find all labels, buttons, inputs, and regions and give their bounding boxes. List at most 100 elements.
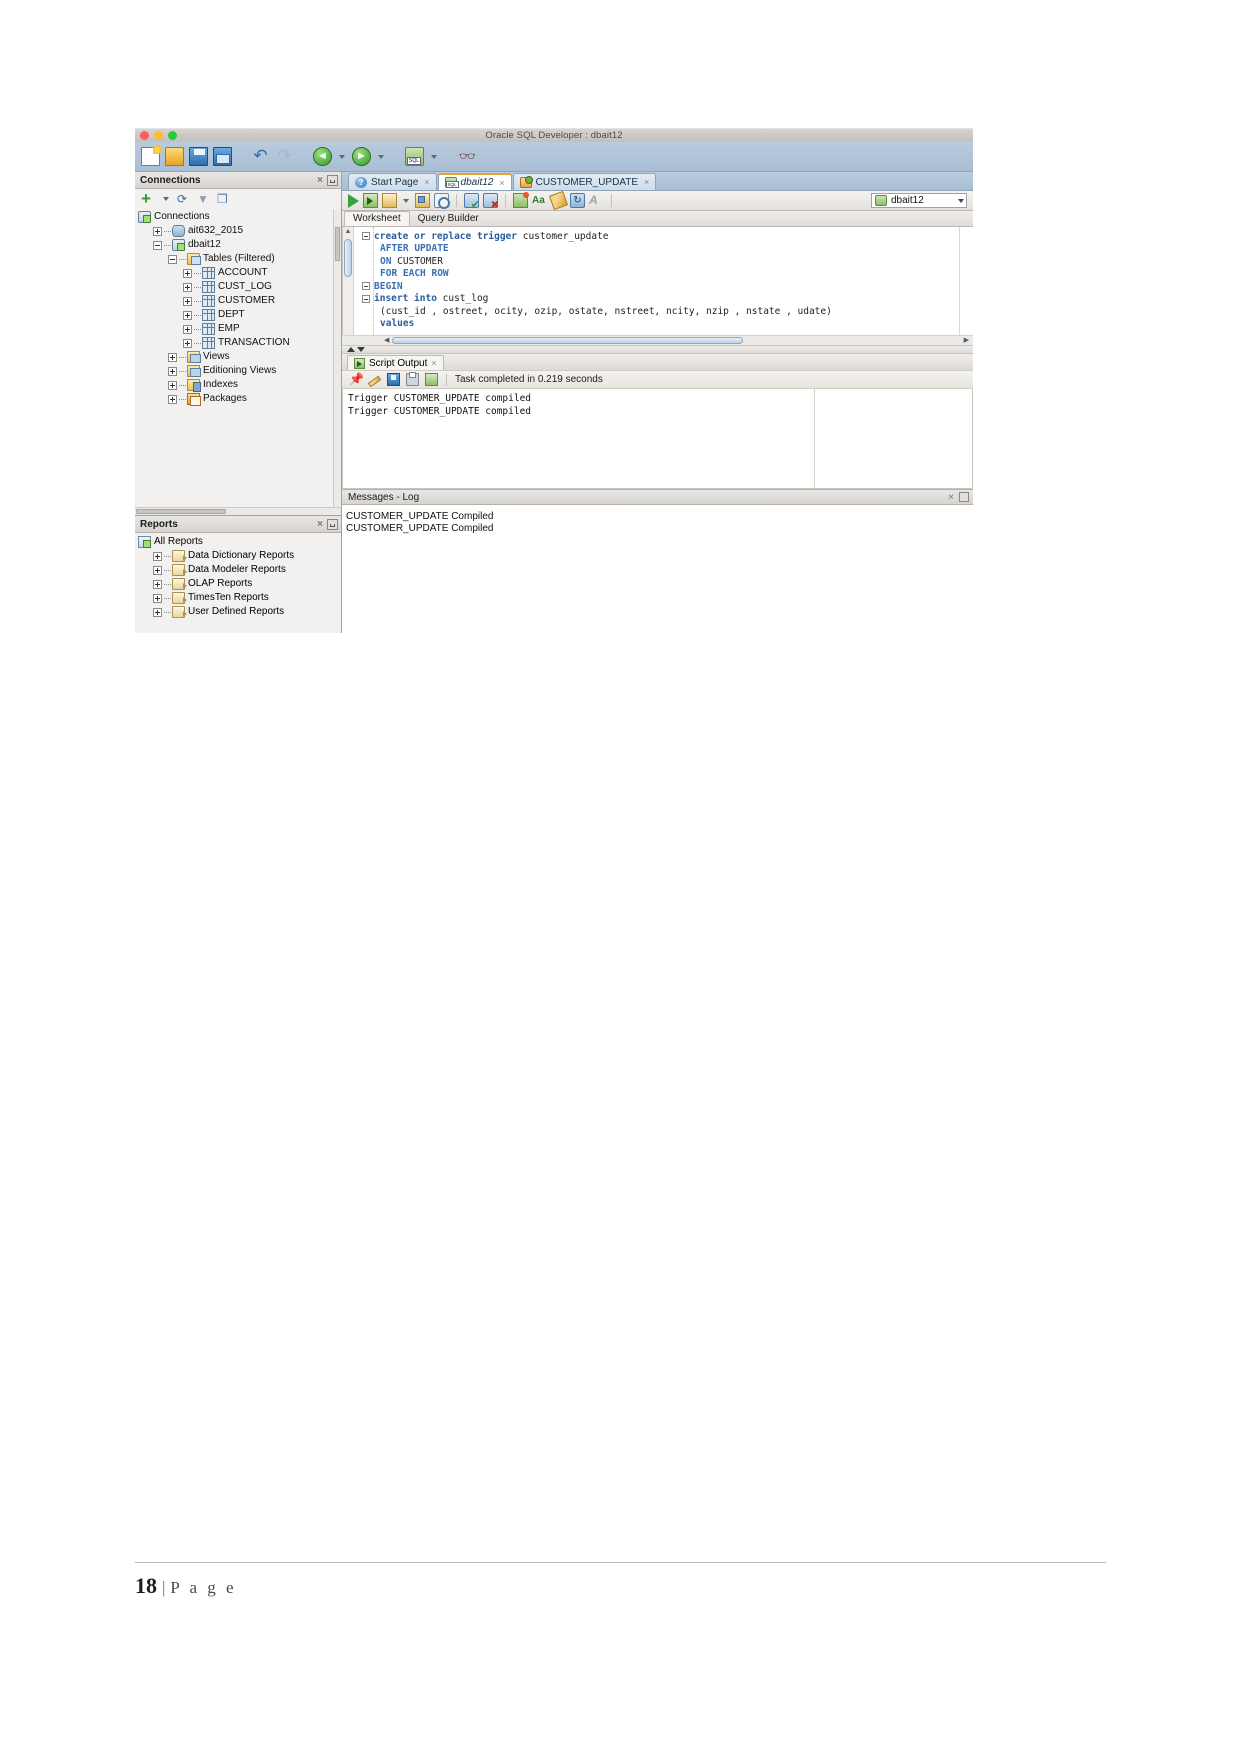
expand-node-icon[interactable] xyxy=(153,551,162,561)
reports-tree-item-node[interactable]: Data Dictionary Reports xyxy=(135,549,341,563)
expand-node-icon[interactable] xyxy=(183,324,192,334)
connections-tree[interactable]: Connections ait632_2015 dbait12 Tables (Fil… xyxy=(135,209,341,515)
connections-tree-item-node[interactable]: ACCOUNT xyxy=(135,266,341,280)
expand-node-icon[interactable] xyxy=(153,593,162,603)
code-fold-toggle[interactable] xyxy=(362,294,370,303)
connections-tree-item-node[interactable]: Tables (Filtered) xyxy=(135,252,341,266)
reports-minimize-icon[interactable] xyxy=(327,518,338,530)
scrollbar-thumb[interactable] xyxy=(136,509,226,514)
save-icon[interactable] xyxy=(189,147,208,166)
connections-tree-horizontal-scrollbar[interactable] xyxy=(135,507,341,515)
expand-node-icon[interactable] xyxy=(153,226,162,236)
reports-tree-item-node[interactable]: User Defined Reports xyxy=(135,605,341,619)
close-icon[interactable]: × xyxy=(431,358,436,368)
expand-node-icon[interactable] xyxy=(153,565,162,575)
expand-node-icon[interactable] xyxy=(183,310,192,320)
connection-selector[interactable]: dbait12 xyxy=(871,193,967,208)
connections-minimize-icon[interactable] xyxy=(327,174,338,186)
connections-close-icon[interactable]: × xyxy=(313,175,327,186)
connections-tree-item-node[interactable]: dbait12 xyxy=(135,238,341,252)
scrollbar-thumb[interactable] xyxy=(344,239,352,277)
subtab-worksheet[interactable]: Worksheet xyxy=(344,211,410,226)
scrollbar-thumb[interactable] xyxy=(392,337,743,344)
expand-node-icon[interactable] xyxy=(168,352,177,362)
editor-tab-dbait12[interactable]: dbait12 × xyxy=(437,173,512,190)
scroll-up-arrow[interactable]: ▲ xyxy=(343,227,353,236)
clear-icon[interactable] xyxy=(367,375,382,388)
collapse-down-icon[interactable] xyxy=(357,347,365,352)
editor-vertical-scrollbar[interactable]: ▲ xyxy=(343,227,354,335)
find-icon[interactable]: 👓 xyxy=(458,147,477,166)
sql-history-icon[interactable] xyxy=(434,193,450,209)
sql-worksheet-dropdown-caret[interactable] xyxy=(431,154,437,159)
connections-tree-item-node[interactable]: CUSTOMER xyxy=(135,294,341,308)
print-icon[interactable] xyxy=(406,372,419,386)
expand-node-icon[interactable] xyxy=(183,282,192,292)
run-script-icon[interactable] xyxy=(363,193,378,208)
subtab-query-builder[interactable]: Query Builder xyxy=(410,211,487,226)
save-all-icon[interactable] xyxy=(213,147,232,166)
chevron-down-icon[interactable] xyxy=(958,198,964,203)
close-icon[interactable]: × xyxy=(424,177,429,187)
reports-tree-item-node[interactable]: TimesTen Reports xyxy=(135,591,341,605)
freeze-icon[interactable]: ❐ xyxy=(217,192,231,206)
editor-output-splitter[interactable] xyxy=(342,345,973,354)
editor-horizontal-scrollbar[interactable]: ◀ ▶ xyxy=(342,335,973,345)
reports-tree-item-node[interactable]: All Reports xyxy=(135,535,341,549)
new-file-icon[interactable] xyxy=(141,146,161,166)
connections-tree-item-node[interactable]: Indexes xyxy=(135,378,341,392)
explain-plan-caret[interactable] xyxy=(403,198,409,203)
connections-tree-item-node[interactable]: DEPT xyxy=(135,308,341,322)
run-statement-icon[interactable] xyxy=(348,193,359,208)
commit-icon[interactable] xyxy=(464,193,480,211)
connections-tree-item-node[interactable]: TRANSACTION xyxy=(135,336,341,350)
reports-tree-item-node[interactable]: Data Modeler Reports xyxy=(135,563,341,577)
forward-icon[interactable]: ► xyxy=(352,147,371,166)
scroll-left-arrow[interactable]: ◀ xyxy=(384,337,389,345)
connections-tree-item-node[interactable]: Packages xyxy=(135,392,341,406)
expand-node-icon[interactable] xyxy=(168,380,177,390)
undo-icon[interactable]: ↶ xyxy=(251,147,270,166)
save-icon[interactable] xyxy=(387,373,400,386)
back-icon[interactable]: ◄ xyxy=(313,147,332,166)
connections-tree-item-node[interactable]: ait632_2015 xyxy=(135,224,341,238)
font-size-icon[interactable]: A xyxy=(589,193,604,208)
close-icon[interactable]: × xyxy=(644,177,649,187)
expand-node-icon[interactable] xyxy=(183,296,192,306)
tab-script-output[interactable]: Script Output × xyxy=(347,355,444,370)
connections-tree-vertical-scrollbar[interactable] xyxy=(333,209,341,515)
forward-dropdown-caret[interactable] xyxy=(378,154,384,159)
close-icon[interactable]: × xyxy=(499,178,504,188)
expand-node-icon[interactable] xyxy=(153,579,162,589)
expand-node-icon[interactable] xyxy=(183,268,192,278)
connections-tree-item-node[interactable]: Connections xyxy=(135,210,341,224)
code-fold-toggle[interactable] xyxy=(362,282,370,290)
expand-node-icon[interactable] xyxy=(168,366,177,376)
rollback-icon[interactable] xyxy=(483,193,499,211)
filter-icon[interactable]: ▼ xyxy=(197,192,211,206)
new-connection-caret[interactable] xyxy=(163,197,169,201)
expand-node-icon[interactable] xyxy=(153,607,162,617)
back-dropdown-caret[interactable] xyxy=(339,154,345,159)
messages-log-minimize-icon[interactable] xyxy=(959,492,969,502)
unshared-worksheet-icon[interactable] xyxy=(513,192,529,208)
collapse-node-icon[interactable] xyxy=(168,254,177,264)
connections-tree-item-node[interactable]: CUST_LOG xyxy=(135,280,341,294)
sql-history-alt-icon[interactable] xyxy=(570,193,585,208)
redo-icon[interactable]: ↷ xyxy=(275,147,294,166)
explain-plan-icon[interactable] xyxy=(382,193,397,208)
scrollbar-thumb[interactable] xyxy=(335,227,340,261)
code-area[interactable]: create or replace trigger customer_updat… xyxy=(354,227,973,335)
collapse-up-icon[interactable] xyxy=(347,347,355,352)
autotrace-icon[interactable] xyxy=(415,193,430,208)
open-file-icon[interactable] xyxy=(165,147,184,166)
to-upper-case-icon[interactable]: Aa xyxy=(532,193,547,208)
editor-tab-start-page[interactable]: Start Page × xyxy=(348,173,437,190)
connections-tree-item-node[interactable]: Views xyxy=(135,350,341,364)
messages-log-close-icon[interactable]: × xyxy=(943,492,959,503)
reports-close-icon[interactable]: × xyxy=(313,519,327,530)
pin-icon[interactable]: 📌 xyxy=(349,373,364,386)
reports-tree-item-node[interactable]: OLAP Reports xyxy=(135,577,341,591)
sql-worksheet-icon[interactable] xyxy=(405,147,424,166)
expand-node-icon[interactable] xyxy=(183,338,192,348)
